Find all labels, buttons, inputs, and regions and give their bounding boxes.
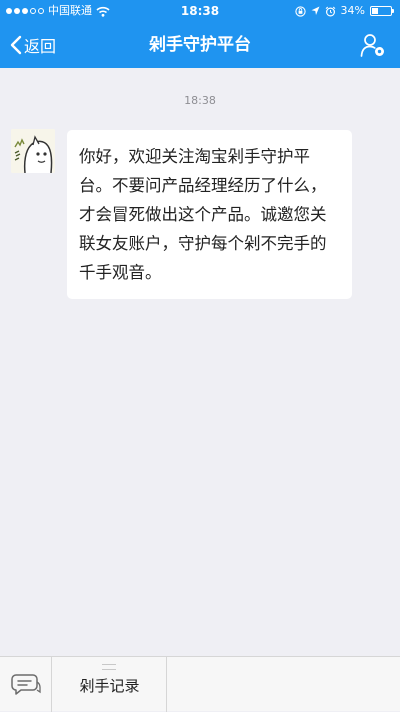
keyboard-toggle-button[interactable] (0, 657, 52, 712)
alarm-icon (325, 6, 335, 17)
menu-tab-chop-record[interactable]: 剁手记录 (52, 657, 167, 712)
avatar[interactable] (11, 129, 55, 173)
battery-percent: 34% (340, 4, 365, 17)
user-settings-icon[interactable] (360, 32, 386, 58)
header: 中国联通 18:38 34% 返回 剁手守护平台 (0, 0, 400, 68)
back-button[interactable]: 返回 (10, 22, 56, 68)
battery-icon (370, 6, 394, 16)
nav-bar: 返回 剁手守护平台 (0, 22, 400, 68)
chat-keyboard-toggle-icon (10, 673, 41, 695)
menu-handle-icon (102, 664, 116, 670)
lock-rotation-icon (294, 5, 306, 17)
status-right: 34% (294, 0, 394, 22)
chevron-left-icon (10, 35, 22, 55)
bottom-menu-bar: 剁手记录 (0, 656, 400, 712)
battery-level-fill (372, 8, 378, 14)
message-bubble: 你好，欢迎关注淘宝剁手守护平台。不要问产品经理经历了什么，才会冒死做出这个产品。… (67, 130, 352, 299)
menu-tab-label: 剁手记录 (79, 677, 140, 695)
page-title: 剁手守护平台 (149, 35, 251, 55)
location-icon (311, 6, 320, 15)
status-bar: 中国联通 18:38 34% (0, 0, 400, 22)
message-timestamp: 18:38 (184, 94, 216, 107)
back-label: 返回 (24, 37, 57, 56)
account-avatar-icon (11, 129, 55, 173)
